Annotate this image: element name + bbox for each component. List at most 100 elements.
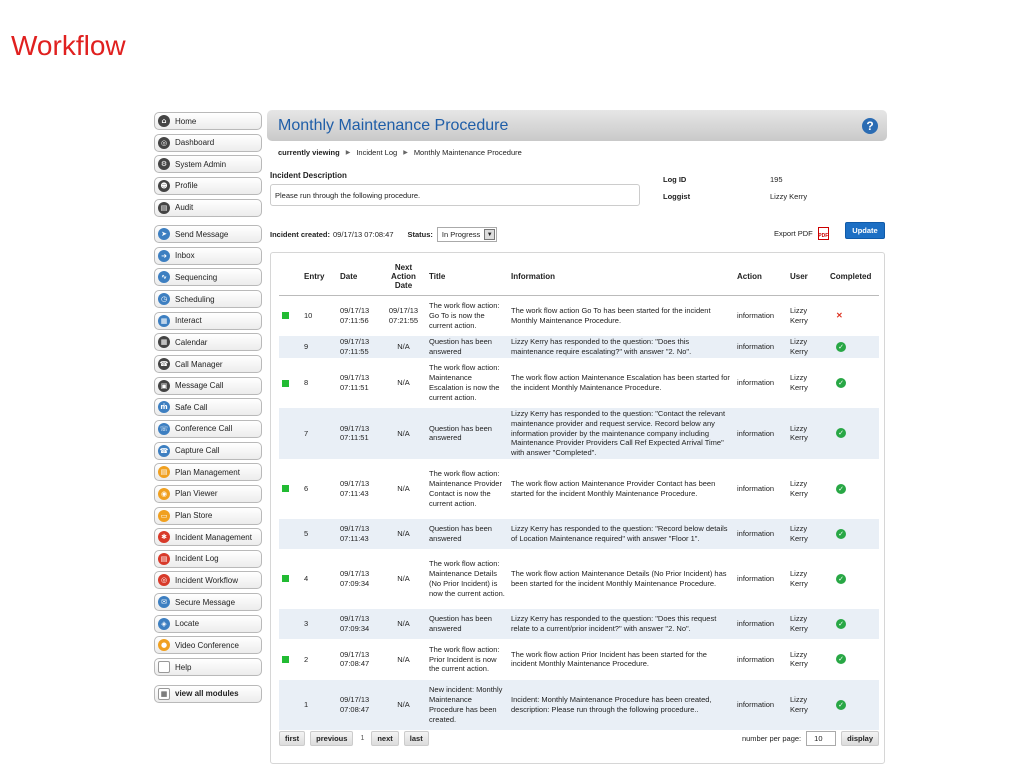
sidebar-item-secure-message[interactable]: ✉ Secure Message — [154, 593, 262, 612]
incident-description-field[interactable]: Please run through the following procedu… — [270, 184, 640, 206]
col-header-date[interactable]: Date — [337, 259, 381, 296]
sidebar-item-interact[interactable]: ▦ Interact — [154, 311, 262, 330]
title-cell: The work flow action: Maintenance Escala… — [429, 363, 500, 402]
table-row[interactable]: 8 09/17/13 07:11:51 N/A The work flow actio… — [279, 358, 879, 408]
log-id-value: 195 — [770, 175, 783, 184]
sidebar-item-calendar[interactable]: ▦ Calendar — [154, 333, 262, 352]
table-row[interactable]: 7 09/17/13 07:11:51 N/A Question has been a… — [279, 408, 879, 459]
table-row[interactable]: 9 09/17/13 07:11:55 N/A Question has been a… — [279, 336, 879, 358]
sidebar-item-dashboard[interactable]: ◎ Dashboard — [154, 133, 262, 152]
sidebar-item-plan-store[interactable]: ▭ Plan Store — [154, 506, 262, 525]
sidebar-item-incident-log[interactable]: ▤ Incident Log — [154, 549, 262, 568]
sidebar-item-plan-management[interactable]: ▤ Plan Management — [154, 463, 262, 482]
next-action-date-cell: N/A — [381, 679, 426, 730]
export-pdf-link[interactable]: Export PDF PDF — [774, 227, 829, 240]
flag-cell — [279, 358, 301, 408]
information-cell: Lizzy Kerry has responded to the questio… — [508, 336, 734, 358]
completed-check-icon[interactable]: ✓ — [836, 428, 846, 439]
completed-check-icon[interactable]: ✓ — [836, 654, 846, 665]
sidebar-item-conference-call[interactable]: ☏ Conference Call — [154, 419, 262, 438]
information-cell: The work flow action Maintenance Details… — [511, 569, 727, 588]
sidebar-item-capture-call[interactable]: ☎ Capture Call — [154, 441, 262, 460]
sidebar-item-message-call[interactable]: ▣ Message Call — [154, 376, 262, 395]
view-all-modules-button[interactable]: ▦ view all modules — [154, 684, 262, 703]
user-cell: Lizzy Kerry — [790, 373, 808, 392]
action-cell: information — [737, 310, 775, 320]
previous-page-button[interactable]: previous — [310, 730, 354, 746]
completed-check-icon[interactable]: ✓ — [836, 699, 846, 710]
table-row[interactable]: 5 09/17/13 07:11:43 N/A Question has been a… — [279, 518, 879, 549]
information-cell: Lizzy Kerry has responded to the questio… — [508, 608, 734, 639]
completed-cell: ✓ — [827, 549, 879, 609]
completed-check-icon[interactable]: ✓ — [836, 618, 846, 629]
sidebar-item-label: Conference Call — [175, 424, 233, 434]
first-page-button[interactable]: first — [279, 730, 306, 746]
table-row[interactable]: 10 09/17/13 07:11:56 09/17/13 07:21:55 The … — [279, 295, 879, 336]
sidebar-item-incident-management[interactable]: ✱ Incident Management — [154, 528, 262, 547]
status-select[interactable]: In Progress ▼ — [436, 227, 498, 242]
sidebar-item-audit[interactable]: ▤ Audit — [154, 198, 262, 217]
current-page-number[interactable]: 1 — [360, 735, 364, 742]
col-header-user[interactable]: User — [787, 259, 827, 296]
entry-cell: 7 — [301, 408, 337, 459]
user-cell: Lizzy Kerry — [790, 479, 808, 498]
sidebar-item-label: Plan Store — [175, 511, 213, 521]
current-action-flag-icon — [282, 575, 289, 583]
slide-title: Workflow — [11, 30, 126, 61]
date-cell: 09/17/13 07:11:51 — [340, 373, 370, 392]
table-row[interactable]: 6 09/17/13 07:11:43 N/A The work flow actio… — [279, 459, 879, 519]
sidebar-item-plan-viewer[interactable]: ◉ Plan Viewer — [154, 484, 262, 503]
next-page-button[interactable]: next — [371, 730, 399, 746]
date-cell: 09/17/13 07:08:47 — [337, 679, 381, 730]
sidebar-item-inbox[interactable]: ➜ Inbox — [154, 246, 262, 265]
breadcrumb-incident-log[interactable]: Incident Log — [356, 148, 397, 157]
pagination: first previous 1 next last number per pa… — [279, 730, 879, 746]
sidebar-item-help[interactable]: Help — [154, 658, 262, 677]
per-page-input[interactable]: 10 — [806, 730, 837, 746]
completed-check-icon[interactable]: ✓ — [836, 528, 846, 539]
sidebar-item-label: Secure Message — [175, 597, 236, 607]
incident-log-table-panel: Entry Date Next Action Date Title Inform… — [270, 252, 885, 764]
flag-cell — [279, 608, 301, 639]
table-row[interactable]: 3 09/17/13 07:09:34 N/A Question has been a… — [279, 608, 879, 639]
table-row[interactable]: 4 09/17/13 07:09:34 N/A The work flow actio… — [279, 549, 879, 609]
completed-cell: ✓ — [827, 608, 879, 639]
last-page-button[interactable]: last — [403, 730, 429, 746]
display-button[interactable]: display — [841, 730, 879, 746]
table-row[interactable]: 1 09/17/13 07:08:47 N/A New incident: Month… — [279, 679, 879, 730]
sidebar-item-video-conference[interactable]: ● Video Conference — [154, 636, 262, 655]
col-header-entry[interactable]: Entry — [301, 259, 337, 296]
sidebar-item-profile[interactable]: ☻ Profile — [154, 176, 262, 195]
not-completed-x-icon[interactable]: ✕ — [836, 311, 876, 321]
help-icon[interactable]: ? — [862, 117, 878, 134]
sidebar-item-label: Dashboard — [175, 138, 215, 148]
user-cell: Lizzy Kerry — [790, 305, 808, 325]
incident-created-value: 09/17/13 07:08:47 — [333, 230, 394, 239]
completed-check-icon[interactable]: ✓ — [836, 342, 846, 352]
sidebar-item-call-manager[interactable]: ☎ Call Manager — [154, 355, 262, 374]
col-header-title[interactable]: Title — [426, 259, 508, 296]
flag-cell — [279, 639, 301, 680]
sidebar-item-system-admin[interactable]: ⚙ System Admin — [154, 155, 262, 174]
col-header-completed[interactable]: Completed — [827, 259, 879, 296]
sidebar-item-label: Plan Management — [175, 467, 240, 477]
sidebar-item-scheduling[interactable]: ◷ Scheduling — [154, 290, 262, 309]
user-cell: Lizzy Kerry — [787, 518, 827, 549]
update-button[interactable]: Update — [845, 222, 885, 239]
sidebar-item-sequencing[interactable]: ∿ Sequencing — [154, 268, 262, 287]
sidebar-item-send-message[interactable]: ➤ Send Message — [154, 225, 262, 244]
completed-check-icon[interactable]: ✓ — [836, 378, 846, 388]
col-header-next-action-date[interactable]: Next Action Date — [381, 259, 426, 296]
table-row[interactable]: 2 09/17/13 07:08:47 N/A The work flow actio… — [279, 639, 879, 680]
col-header-information[interactable]: Information — [508, 259, 734, 296]
completed-check-icon[interactable]: ✓ — [836, 573, 846, 584]
sidebar-item-incident-workflow[interactable]: ◎ Incident Workflow — [154, 571, 262, 590]
col-header-action[interactable]: Action — [734, 259, 787, 296]
sidebar-item-home[interactable]: ⌂ Home — [154, 112, 262, 130]
flag-cell — [279, 549, 301, 609]
sidebar-item-safe-call[interactable]: ṁ Safe Call — [154, 398, 262, 417]
message-call-icon: ▣ — [158, 379, 170, 392]
pdf-icon: PDF — [817, 227, 829, 240]
completed-check-icon[interactable]: ✓ — [836, 483, 846, 494]
sidebar-item-locate[interactable]: ◈ Locate — [154, 614, 262, 633]
